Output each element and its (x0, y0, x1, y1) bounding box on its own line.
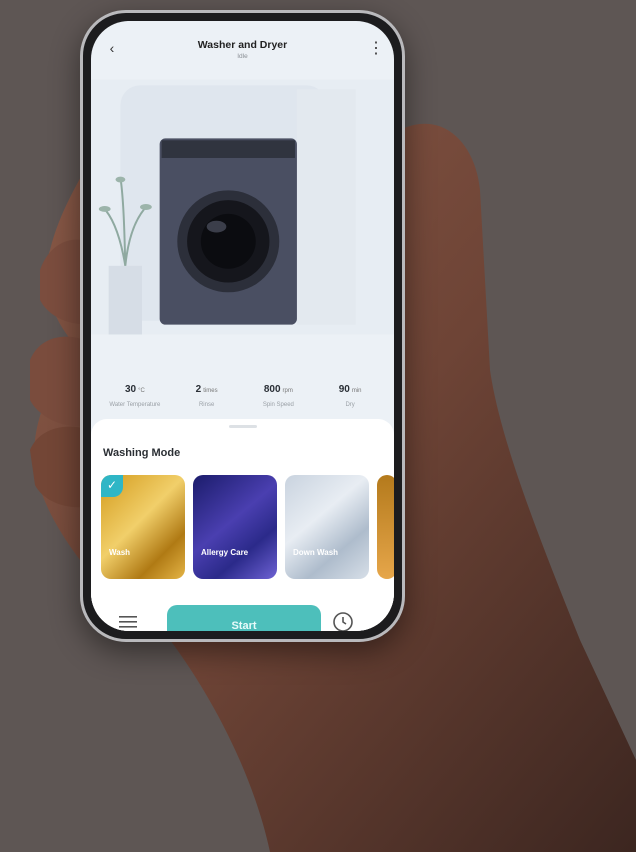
mode-card-partial[interactable] (377, 475, 394, 579)
phone-frame: ‹ Washer and Dryer Idle ⋮ 30 °C Water Te… (80, 10, 405, 642)
page-title: Washer and Dryer (197, 39, 288, 51)
checkmark-icon: ✓ (101, 475, 123, 497)
stat-unit: °C (138, 388, 145, 394)
vertical-dots-icon[interactable]: ⋮ (368, 41, 384, 57)
mode-card-down-wash[interactable]: Down Wash (285, 475, 369, 579)
stat-label: Rinse (198, 402, 215, 408)
stat-dry[interactable]: 90 min Dry (315, 379, 385, 408)
stat-label: Spin Speed (262, 402, 294, 408)
start-button[interactable]: Start (167, 605, 321, 631)
status-row (91, 337, 394, 360)
mode-name: Wash (109, 548, 131, 557)
stats-row: 30 °C Water Temperature 2 times Rinse 800 r… (91, 379, 394, 408)
mode-card-allergy-care[interactable]: Allergy Care (193, 475, 277, 579)
device-status: Idle (237, 53, 248, 60)
washing-mode-title: Washing Mode (103, 447, 181, 459)
chevron-left-icon[interactable]: ‹ (105, 41, 119, 55)
washer-hero-image (91, 79, 394, 335)
stat-spin-speed[interactable]: 800 rpm Spin Speed (243, 379, 313, 408)
stat-value: 2 (195, 384, 202, 395)
stat-value: 90 (338, 384, 350, 395)
app-screen: ‹ Washer and Dryer Idle ⋮ 30 °C Water Te… (91, 21, 394, 631)
stat-water-temperature[interactable]: 30 °C Water Temperature (100, 379, 170, 408)
stat-value: 30 (124, 384, 137, 395)
stat-unit: times (203, 388, 218, 394)
mode-name: Down Wash (293, 548, 339, 557)
stat-unit: min (351, 388, 362, 394)
mode-name: Allergy Care (201, 548, 249, 557)
washing-mode-list: ✓ Wash Allergy Care Down Wash (101, 475, 394, 581)
stat-label: Water Temperature (109, 402, 161, 408)
bottom-bar: Start (91, 589, 394, 631)
sheet-handle[interactable] (228, 425, 257, 428)
stat-rinse[interactable]: 2 times Rinse (172, 379, 242, 408)
stat-unit: rpm (282, 388, 293, 394)
clock-icon[interactable] (332, 611, 354, 631)
stat-label: Dry (345, 402, 355, 408)
top-bar: ‹ Washer and Dryer Idle ⋮ (91, 21, 394, 77)
menu-icon[interactable] (119, 615, 137, 629)
mode-card-wash[interactable]: ✓ Wash (101, 475, 185, 579)
stat-value: 800 (263, 384, 281, 395)
